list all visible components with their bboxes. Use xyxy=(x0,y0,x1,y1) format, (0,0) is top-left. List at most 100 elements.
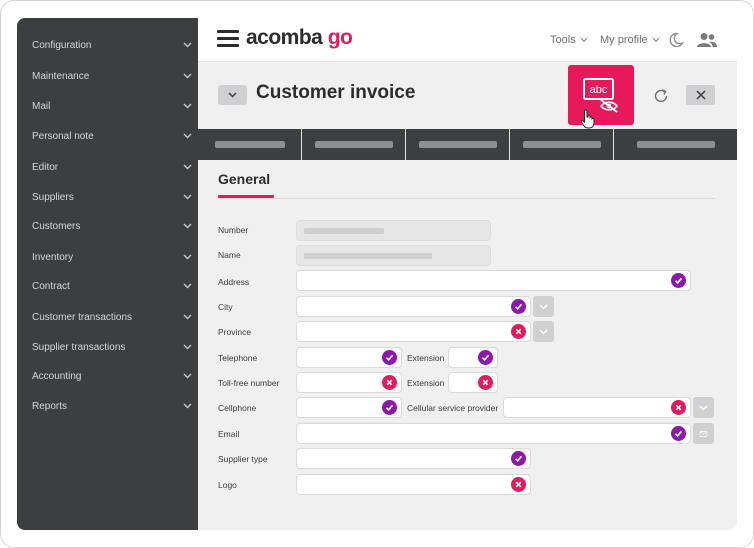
tollfree-field[interactable] xyxy=(296,372,402,393)
tab-5[interactable] xyxy=(614,129,737,160)
logo-text: acomba xyxy=(246,26,328,49)
number-field xyxy=(296,220,491,241)
extension-field[interactable] xyxy=(448,347,498,368)
city-dropdown-button[interactable] xyxy=(533,296,554,317)
logo-accent-text: go xyxy=(327,26,353,49)
top-bar: acomba go Tools My profile xyxy=(198,18,737,62)
name-field xyxy=(296,245,491,266)
province-label: Province xyxy=(218,327,252,337)
tools-menu-label: Tools xyxy=(550,34,576,46)
sidebar-item-label: Suppliers xyxy=(32,191,74,203)
sidebar-item-customer-transactions[interactable]: Customer transactions xyxy=(17,305,198,329)
sidebar-item-reports[interactable]: Reports xyxy=(17,394,198,418)
check-valid-icon xyxy=(478,350,493,365)
city-label: City xyxy=(218,302,233,312)
tab-strip xyxy=(198,129,737,160)
sidebar-item-label: Customer transactions xyxy=(32,311,133,323)
extension-label: Extension xyxy=(407,353,445,363)
sidebar-item-label: Contract xyxy=(32,280,70,292)
chevron-down-icon xyxy=(580,37,588,43)
city-field[interactable] xyxy=(296,296,531,317)
sidebar-item-label: Supplier transactions xyxy=(32,341,126,353)
title-dropdown-button[interactable] xyxy=(218,85,247,105)
supplier-type-field[interactable] xyxy=(296,448,531,469)
refresh-icon[interactable] xyxy=(652,87,670,105)
profile-menu[interactable]: My profile xyxy=(600,34,660,46)
sidebar-item-supplier-transactions[interactable]: Supplier transactions xyxy=(17,335,198,359)
address-label: Address xyxy=(218,277,250,287)
value-placeholder xyxy=(304,228,384,234)
sidebar-item-configuration[interactable]: Configuration xyxy=(17,33,198,57)
chevron-down-icon xyxy=(176,164,198,170)
check-valid-icon xyxy=(511,299,526,314)
check-valid-icon xyxy=(671,273,686,288)
chevron-down-icon xyxy=(176,42,198,48)
chevron-down-icon xyxy=(652,37,660,43)
sidebar-item-inventory[interactable]: Inventory xyxy=(17,245,198,269)
sidebar-item-accounting[interactable]: Accounting xyxy=(17,364,198,388)
extension2-label: Extension xyxy=(407,378,445,388)
tools-menu[interactable]: Tools xyxy=(550,34,588,46)
value-placeholder xyxy=(304,253,432,259)
chevron-down-icon xyxy=(176,373,198,379)
chevron-down-icon xyxy=(176,103,198,109)
sidebar-item-suppliers[interactable]: Suppliers xyxy=(17,185,198,209)
section-title-general: General xyxy=(218,171,271,187)
logo-label: Logo xyxy=(218,480,237,490)
sidebar-item-contract[interactable]: Contract xyxy=(17,274,198,298)
app-window: Configuration Maintenance Mail Personal … xyxy=(17,18,737,530)
title-bar: Customer invoice abc xyxy=(198,63,737,129)
chevron-down-icon xyxy=(539,328,548,335)
tollfree-label: Toll-free number xyxy=(218,378,280,388)
users-icon[interactable] xyxy=(695,31,719,49)
province-field[interactable] xyxy=(296,321,531,342)
tab-4[interactable] xyxy=(510,129,614,160)
cellular-provider-label: Cellular service provider xyxy=(407,403,499,413)
chevron-down-icon xyxy=(699,404,708,411)
tab-2[interactable] xyxy=(302,129,406,160)
tab-3[interactable] xyxy=(406,129,510,160)
sidebar-item-customers[interactable]: Customers xyxy=(17,214,198,238)
logo-field[interactable] xyxy=(296,474,531,495)
close-button[interactable] xyxy=(686,85,715,105)
sidebar-item-label: Accounting xyxy=(32,370,82,382)
tab-placeholder xyxy=(418,141,497,148)
address-field[interactable] xyxy=(296,270,691,291)
page-title: Customer invoice xyxy=(256,82,416,103)
tab-placeholder xyxy=(214,141,285,148)
name-label: Name xyxy=(218,250,241,260)
profile-menu-label: My profile xyxy=(600,34,648,46)
cellular-provider-dropdown-button[interactable] xyxy=(693,397,714,418)
sidebar-item-editor[interactable]: Editor xyxy=(17,155,198,179)
sidebar-item-maintenance[interactable]: Maintenance xyxy=(17,64,198,88)
cellphone-label: Cellphone xyxy=(218,403,257,413)
cellular-provider-field[interactable] xyxy=(503,397,691,418)
dark-mode-moon-icon[interactable] xyxy=(667,31,685,49)
sidebar-item-label: Editor xyxy=(32,161,59,173)
sidebar-item-label: Reports xyxy=(32,400,68,412)
error-invalid-icon xyxy=(382,375,397,390)
send-email-button[interactable] xyxy=(693,423,714,444)
cellphone-field[interactable] xyxy=(296,397,402,418)
tab-1[interactable] xyxy=(198,129,302,160)
sidebar-item-personal-note[interactable]: Personal note xyxy=(17,124,198,148)
check-valid-icon xyxy=(382,350,397,365)
spellcheck-toggle-button[interactable]: abc xyxy=(568,65,634,129)
sidebar-item-label: Customers xyxy=(32,220,81,232)
supplier-type-label: Supplier type xyxy=(218,454,268,464)
tab-placeholder xyxy=(314,141,393,148)
extension2-field[interactable] xyxy=(448,372,498,393)
check-valid-icon xyxy=(671,426,686,441)
number-label: Number xyxy=(218,225,249,235)
province-dropdown-button[interactable] xyxy=(533,321,554,342)
close-icon xyxy=(695,90,706,100)
chevron-down-icon xyxy=(228,92,237,98)
chevron-down-icon xyxy=(176,254,198,260)
mouse-cursor-hand-icon xyxy=(580,109,595,129)
email-field[interactable] xyxy=(296,423,691,444)
spellcheck-button-text: abc xyxy=(590,84,608,96)
envelope-icon xyxy=(699,430,708,437)
telephone-field[interactable] xyxy=(296,347,402,368)
sidebar-item-mail[interactable]: Mail xyxy=(17,94,198,118)
hamburger-menu-icon[interactable] xyxy=(217,30,239,47)
